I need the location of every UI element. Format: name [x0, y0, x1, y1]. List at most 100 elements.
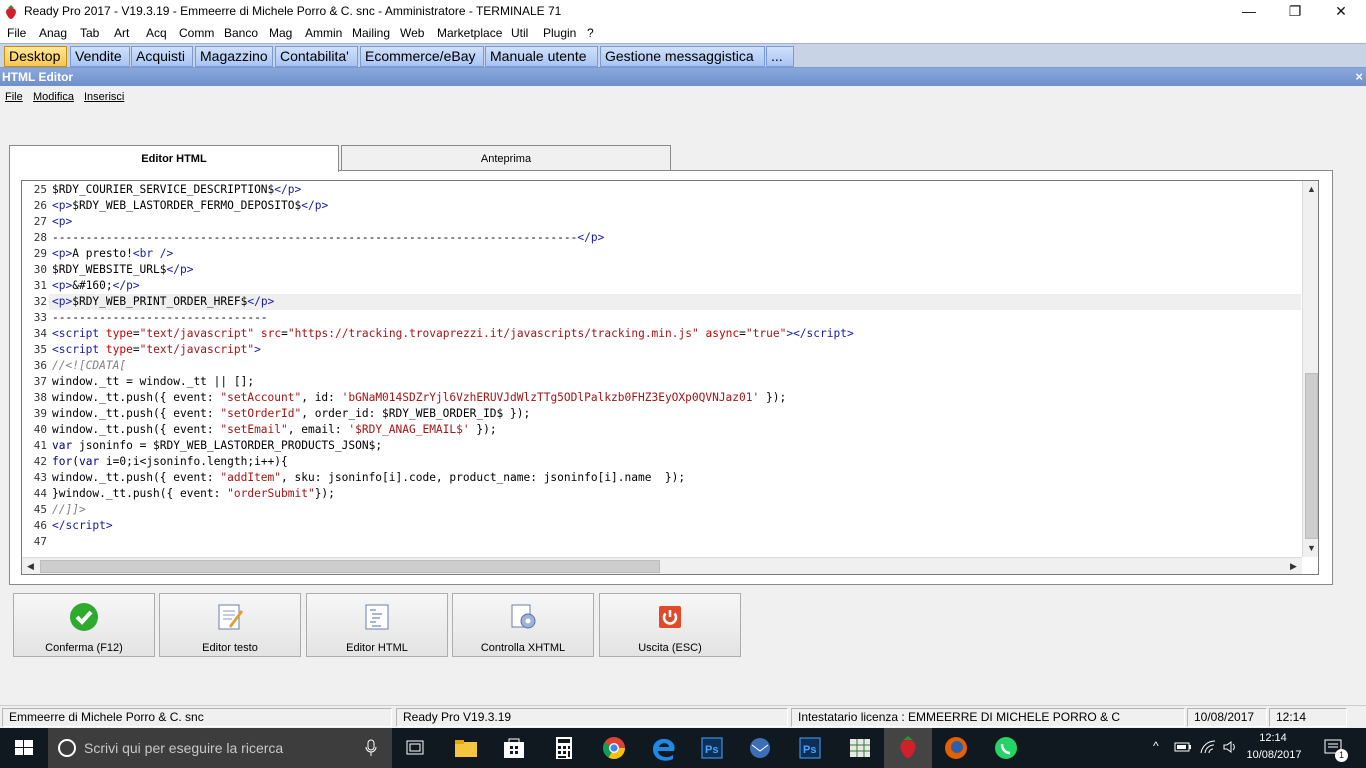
menu-web[interactable]: Web: [400, 26, 424, 40]
tab-anteprima[interactable]: Anteprima: [341, 145, 671, 171]
maximize-button[interactable]: ❐: [1272, 0, 1318, 24]
taskbar-clock-date[interactable]: 10/08/2017: [1244, 749, 1304, 761]
tab-more[interactable]: ...: [766, 46, 794, 67]
notification-badge: 1: [1335, 749, 1348, 762]
menu-tab[interactable]: Tab: [80, 26, 99, 40]
strawberry-app-icon: [6, 5, 16, 19]
code-line[interactable]: <script type="text/javascript" src="http…: [52, 327, 854, 340]
code-line[interactable]: window._tt.push({ event: "setEmail", ema…: [52, 423, 497, 436]
code-line[interactable]: for(var i=0;i<jsoninfo.length;i++){: [52, 455, 288, 468]
menu-banco[interactable]: Banco: [224, 26, 258, 40]
menu-mailing[interactable]: Mailing: [352, 26, 390, 40]
taskbar-clock-time[interactable]: 12:14: [1250, 732, 1296, 744]
menu-art[interactable]: Art: [114, 26, 129, 40]
code-line[interactable]: }window._tt.push({ event: "orderSubmit"}…: [52, 487, 335, 500]
tab-magazzino[interactable]: Magazzino: [195, 46, 273, 67]
calculator-icon[interactable]: [540, 733, 588, 763]
scroll-up-icon[interactable]: ▲: [1303, 181, 1318, 198]
code-line[interactable]: <p>: [52, 215, 72, 228]
menu-acq[interactable]: Acq: [146, 26, 167, 40]
editor-close-icon[interactable]: ×: [1355, 69, 1363, 84]
tab-editor-html[interactable]: Editor HTML: [9, 145, 339, 172]
tab-gestione-messaggistica[interactable]: Gestione messaggistica: [600, 46, 765, 67]
scroll-left-icon[interactable]: ◀: [22, 558, 39, 574]
tab-manuale-utente[interactable]: Manuale utente: [485, 46, 598, 67]
tab-contabilita[interactable]: Contabilita': [275, 46, 358, 67]
menu-anag[interactable]: Anag: [39, 26, 67, 40]
line-number: 40: [33, 423, 47, 436]
whatsapp-icon[interactable]: [982, 733, 1030, 763]
tray-expand-icon[interactable]: ^: [1153, 739, 1159, 753]
scroll-right-icon[interactable]: ▶: [1285, 558, 1302, 574]
code-line[interactable]: <p>$RDY_WEB_LASTORDER_FERMO_DEPOSITO$</p…: [52, 199, 328, 212]
horizontal-scrollbar[interactable]: ◀ ▶: [22, 557, 1302, 574]
ready-pro-taskbar-icon[interactable]: [884, 728, 932, 768]
menu-plugin[interactable]: Plugin: [543, 26, 576, 40]
horizontal-scroll-thumb[interactable]: [40, 560, 660, 573]
editor-menu-bar: [0, 86, 1366, 110]
photoshop-icon[interactable]: Ps: [688, 733, 736, 763]
battery-icon[interactable]: [1174, 740, 1192, 754]
tab-vendite[interactable]: Vendite: [70, 46, 130, 67]
menu-ammin[interactable]: Ammin: [305, 26, 342, 40]
scroll-down-icon[interactable]: ▼: [1303, 540, 1318, 557]
editor-menu-file[interactable]: File: [5, 91, 23, 103]
code-line[interactable]: window._tt = window._tt || [];: [52, 375, 254, 388]
tab-ecommerce-ebay[interactable]: Ecommerce/eBay: [360, 46, 484, 67]
tab-acquisti[interactable]: Acquisti: [131, 46, 193, 67]
firefox-icon[interactable]: [932, 733, 980, 763]
code-line[interactable]: <p>A presto!<br />: [52, 247, 173, 260]
minimize-button[interactable]: —: [1226, 0, 1272, 24]
uscita-button[interactable]: Uscita (ESC): [599, 593, 741, 657]
file-explorer-icon[interactable]: [442, 733, 490, 763]
vertical-scroll-thumb[interactable]: [1305, 373, 1318, 539]
code-line[interactable]: <p>$RDY_WEB_PRINT_ORDER_HREF$</p>: [52, 295, 274, 308]
controlla-xhtml-button[interactable]: Controlla XHTML: [452, 593, 594, 657]
edge-icon[interactable]: [640, 733, 688, 763]
editor-html-button[interactable]: Editor HTML: [306, 593, 448, 657]
microphone-icon[interactable]: [364, 739, 378, 757]
code-line[interactable]: //]]>: [52, 503, 86, 516]
windows-start-icon[interactable]: [0, 728, 48, 768]
editor-html-label: Editor HTML: [346, 642, 408, 654]
wifi-icon[interactable]: [1199, 739, 1217, 755]
line-number: 36: [33, 359, 47, 372]
code-line[interactable]: --------------------------------: [52, 311, 268, 324]
close-button[interactable]: ✕: [1318, 0, 1364, 24]
code-line[interactable]: window._tt.push({ event: "setAccount", i…: [52, 391, 786, 404]
spreadsheet-icon[interactable]: [836, 733, 884, 763]
conferma-button[interactable]: Conferma (F12): [13, 593, 155, 657]
chrome-icon[interactable]: [590, 733, 638, 763]
code-line[interactable]: ----------------------------------------…: [52, 231, 604, 244]
code-line[interactable]: $RDY_WEBSITE_URL$</p>: [52, 263, 193, 276]
menu-help[interactable]: ?: [587, 26, 594, 40]
menu-mag[interactable]: Mag: [269, 26, 292, 40]
menu-util[interactable]: Util: [511, 26, 528, 40]
code-line[interactable]: var jsoninfo = $RDY_WEB_LASTORDER_PRODUC…: [52, 439, 382, 452]
code-line[interactable]: </script>: [52, 519, 113, 532]
code-line[interactable]: window._tt.push({ event: "setOrderId", o…: [52, 407, 530, 420]
photoshop-icon-2[interactable]: Ps: [786, 733, 834, 763]
code-line[interactable]: $RDY_COURIER_SERVICE_DESCRIPTION$</p>: [52, 183, 301, 196]
editor-menu-inserisci[interactable]: Inserisci: [84, 91, 124, 103]
vertical-scrollbar[interactable]: ▲ ▼: [1302, 181, 1318, 557]
task-view-icon[interactable]: [392, 733, 440, 763]
tab-desktop[interactable]: Desktop: [4, 46, 67, 67]
menu-comm[interactable]: Comm: [179, 26, 214, 40]
editor-testo-button[interactable]: Editor testo: [159, 593, 301, 657]
mail-client-icon[interactable]: [736, 733, 784, 763]
code-line[interactable]: <script type="text/javascript">: [52, 343, 261, 356]
code-line[interactable]: <p>&#160;</p>: [52, 279, 140, 292]
editor-menu-modifica[interactable]: Modifica: [33, 91, 74, 103]
code-line[interactable]: //<![CDATA[: [52, 359, 126, 372]
code-line[interactable]: window._tt.push({ event: "addItem", sku:…: [52, 471, 685, 484]
line-number: 44: [33, 487, 47, 500]
menu-file[interactable]: File: [7, 26, 26, 40]
menu-marketplace[interactable]: Marketplace: [437, 26, 502, 40]
window-title: Ready Pro 2017 - V19.3.19 - Emmeerre di …: [24, 4, 562, 18]
line-number-gutter: 25 26 27 28 29 30 31 32 33 34 35 36 37 38 39 40 41 42 43 44…: [22, 181, 49, 557]
line-number: 45: [33, 503, 47, 516]
volume-icon[interactable]: [1222, 739, 1238, 755]
code-editor[interactable]: 25 26 27 28 29 30 31 32 33 34 35 36 37 38 39 40 41 42 43 44…: [21, 180, 1319, 575]
store-icon[interactable]: [490, 733, 538, 763]
